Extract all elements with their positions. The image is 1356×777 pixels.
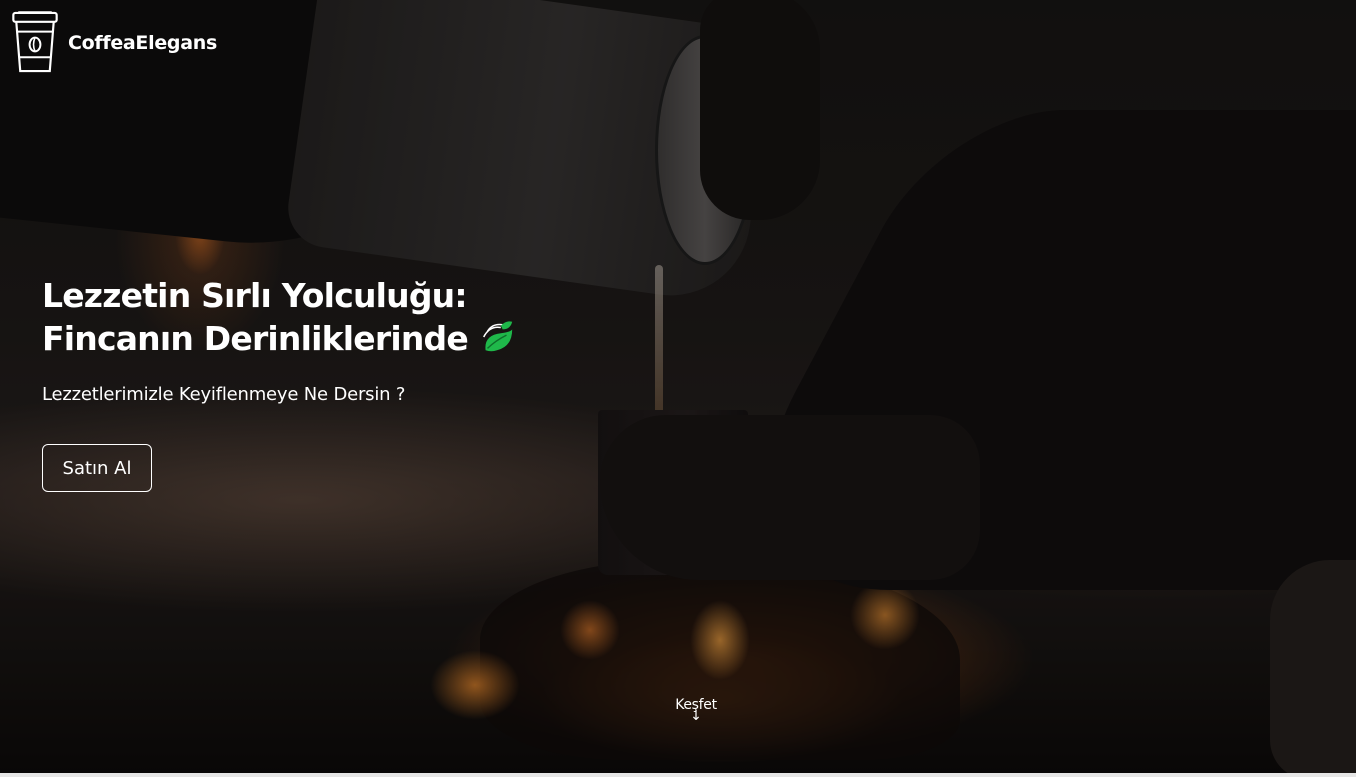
hero-headline: Lezzetin Sırlı Yolculuğu: Fincanın Derin… [42,274,516,360]
brand-name: CoffeaElegans [68,31,217,54]
explore-link[interactable]: Keşfet ↓ [660,697,732,724]
coffee-cup-icon [12,11,58,73]
headline-line-1: Lezzetin Sırlı Yolculuğu: [42,276,468,315]
hero-subtitle: Lezzetlerimizle Keyiflenmeye Ne Dersin ? [42,384,406,405]
arrow-down-icon: ↓ [690,708,702,724]
page-bottom-edge [0,773,1356,777]
headline-line-2: Fincanın Derinliklerinde [42,317,516,360]
green-leaf-icon [482,321,513,352]
headline-line-2-text: Fincanın Derinliklerinde [42,319,469,358]
brand-logo-link[interactable]: CoffeaElegans [10,10,217,75]
buy-button[interactable]: Satın Al [42,444,152,492]
